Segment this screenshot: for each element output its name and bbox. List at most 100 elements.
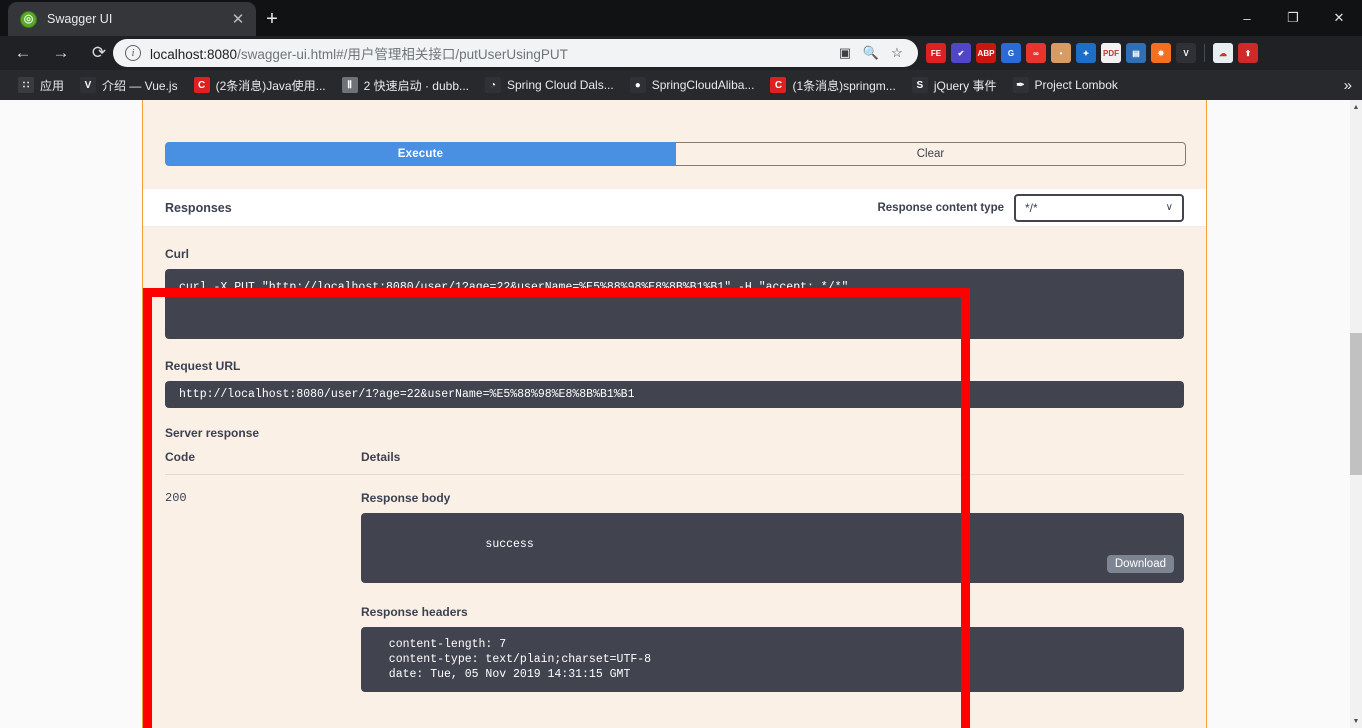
bookmark-spring-cloud-alibaba[interactable]: ● SpringCloudAliba... <box>622 73 763 97</box>
tab-title: Swagger UI <box>47 12 113 26</box>
csdn-icon: C <box>770 77 787 93</box>
bookmark-vuejs[interactable]: V 介绍 — Vue.js <box>72 73 186 97</box>
google-translate-extension-icon[interactable]: G <box>1001 43 1021 63</box>
execute-button[interactable]: Execute <box>165 142 676 166</box>
bookmark-csdn-java[interactable]: C (2条消息)Java使用... <box>186 73 334 97</box>
spring-icon: ◔ <box>485 77 501 93</box>
browser-titlebar: ◎ Swagger UI ✕ + – ❐ ✕ <box>0 0 1362 36</box>
scrollbar-thumb[interactable] <box>1350 333 1362 475</box>
plus-icon[interactable]: + <box>258 5 286 33</box>
github-icon: ● <box>629 77 646 93</box>
bookmark-label: Spring Cloud Dals... <box>507 78 614 92</box>
dubbo-icon: Ⅱ <box>341 77 358 93</box>
csdn-icon: C <box>193 77 210 93</box>
translate-icon[interactable]: ▣ <box>834 45 856 61</box>
forward-icon[interactable]: → <box>46 38 76 68</box>
clear-button[interactable]: Clear <box>676 142 1186 166</box>
page-scrollbar[interactable]: ▲ ▼ <box>1350 100 1362 728</box>
response-content-type-select[interactable]: */* ∨ <box>1014 193 1184 222</box>
response-content-type-value: */* <box>1025 200 1038 215</box>
jquery-icon: S <box>911 77 928 93</box>
address-bar-url: localhost:8080/swagger-ui.html#/用户管理相关接口… <box>150 43 834 63</box>
bookmark-label: jQuery 事件 <box>933 78 997 93</box>
responses-body: Curl curl -X PUT "http://localhost:8080/… <box>143 227 1206 692</box>
response-body-value: success <box>485 538 534 551</box>
bookmark-csdn-springm[interactable]: C (1条消息)springm... <box>762 73 903 97</box>
response-code: 200 <box>165 491 187 505</box>
response-details: Response body success Download Response … <box>361 491 1184 692</box>
close-icon[interactable]: ✕ <box>228 12 248 27</box>
star-icon[interactable]: ☆ <box>886 45 908 61</box>
url-path: /swagger-ui.html#/用户管理相关接口/putUserUsingP… <box>237 47 568 62</box>
page-viewport: Execute Clear Responses Response content… <box>0 100 1350 728</box>
pdf-extension-icon[interactable]: PDF <box>1101 43 1121 63</box>
bookmark-jquery-events[interactable]: SjQuery 事件 <box>904 73 1005 97</box>
check-badge-extension-icon[interactable]: ✔ <box>951 43 971 63</box>
browser-window: ◎ Swagger UI ✕ + – ❐ ✕ ← → ⟳ i localhost… <box>0 0 1362 728</box>
response-body-label: Response body <box>361 491 451 505</box>
bookmark-spring-cloud-dals[interactable]: ◔ Spring Cloud Dals... <box>477 73 622 97</box>
window-close-icon[interactable]: ✕ <box>1316 0 1362 36</box>
chevron-down-icon: ∨ <box>1165 202 1173 213</box>
bookmark-label: 介绍 — Vue.js <box>102 78 178 93</box>
bookmark-label: (2条消息)Java使用... <box>215 78 326 93</box>
vue-icon: V <box>80 77 97 93</box>
orange-circle-extension-icon[interactable]: ✸ <box>1151 43 1171 63</box>
infinity-extension-icon[interactable]: ∞ <box>1026 43 1046 63</box>
fe-extension-icon[interactable]: FE <box>926 43 946 63</box>
address-bar[interactable]: i localhost:8080/swagger-ui.html#/用户管理相关… <box>113 39 918 67</box>
response-content-type-label: Response content type <box>877 201 1004 214</box>
server-response-label: Server response <box>165 426 260 440</box>
update-browser-icon[interactable]: ⬆ <box>1238 43 1258 63</box>
minimize-icon[interactable]: – <box>1224 0 1270 36</box>
bookmark-label: Project Lombok <box>1034 78 1118 92</box>
search-icon[interactable]: 🔍 <box>860 45 882 61</box>
curl-label: Curl <box>165 247 189 261</box>
info-icon[interactable]: i <box>125 45 141 61</box>
execute-clear-row: Execute Clear <box>165 142 1186 166</box>
maximize-icon[interactable]: ❐ <box>1270 0 1316 36</box>
column-header-details: Details <box>361 450 401 464</box>
response-headers-label: Response headers <box>361 605 468 619</box>
request-url-code-block: http://localhost:8080/user/1?age=22&user… <box>165 381 1184 408</box>
bookmark-label: SpringCloudAliba... <box>651 78 755 92</box>
column-header-code: Code <box>165 450 195 464</box>
screenshot-extension-icon[interactable]: ▤ <box>1126 43 1146 63</box>
reload-icon[interactable]: ⟳ <box>84 38 114 68</box>
server-response-table-header: Code Details <box>165 450 1184 475</box>
monkey-extension-icon[interactable]: • <box>1051 43 1071 63</box>
table-row: 200 Response body success Download Respo… <box>165 475 1184 692</box>
curl-code-block[interactable]: curl -X PUT "http://localhost:8080/user/… <box>165 269 1184 339</box>
bookmark-label: 应用 <box>40 78 65 93</box>
toolbar-divider <box>1204 44 1205 62</box>
back-icon[interactable]: ← <box>8 38 38 68</box>
request-url-label: Request URL <box>165 359 241 373</box>
weather-profile-icon[interactable]: ☁ <box>1213 43 1233 63</box>
download-button[interactable]: Download <box>1106 555 1174 573</box>
vue-devtools-extension-icon[interactable]: V <box>1176 43 1196 63</box>
responses-header: Responses Response content type */* ∨ <box>143 189 1206 227</box>
bookmark-label: 2 快速启动 · dubb... <box>363 78 469 93</box>
scroll-down-arrow-icon[interactable]: ▼ <box>1350 714 1362 728</box>
bookmark-apps[interactable]: ∷ 应用 <box>10 73 72 97</box>
server-response-table: Code Details 200 Response body success D… <box>165 450 1184 692</box>
extension-toolbar: FE ✔ ABP G ∞ • ✦ PDF ▤ ✸ V ☁ ⬆ <box>926 39 1258 67</box>
browser-tab-swagger-ui[interactable]: ◎ Swagger UI ✕ <box>8 2 256 36</box>
leaf-extension-icon[interactable]: ✦ <box>1076 43 1096 63</box>
lombok-icon: ✒ <box>1012 77 1029 93</box>
address-bar-actions: ▣ 🔍 ☆ <box>834 45 908 61</box>
scroll-up-arrow-icon[interactable]: ▲ <box>1350 100 1362 114</box>
window-controls: – ❐ ✕ <box>1224 0 1362 36</box>
response-body-block: success Download <box>361 513 1184 583</box>
swagger-favicon-icon: ◎ <box>20 10 37 28</box>
bookmarks-overflow-icon[interactable]: » <box>1344 77 1352 94</box>
bookmark-project-lombok[interactable]: ✒ Project Lombok <box>1005 73 1126 97</box>
bookmark-label: (1条消息)springm... <box>792 78 896 93</box>
responses-title: Responses <box>165 200 232 215</box>
url-host: localhost:8080 <box>150 47 238 62</box>
apps-grid-icon: ∷ <box>18 77 34 93</box>
adblock-plus-extension-icon[interactable]: ABP <box>976 43 996 63</box>
swagger-operation-block: Execute Clear Responses Response content… <box>142 100 1207 728</box>
bookmarks-bar: ∷ 应用 V 介绍 — Vue.js C (2条消息)Java使用... Ⅱ 2 快速启动 ·… <box>0 70 1362 100</box>
bookmark-dubbo[interactable]: Ⅱ 2 快速启动 · dubb... <box>334 73 477 97</box>
